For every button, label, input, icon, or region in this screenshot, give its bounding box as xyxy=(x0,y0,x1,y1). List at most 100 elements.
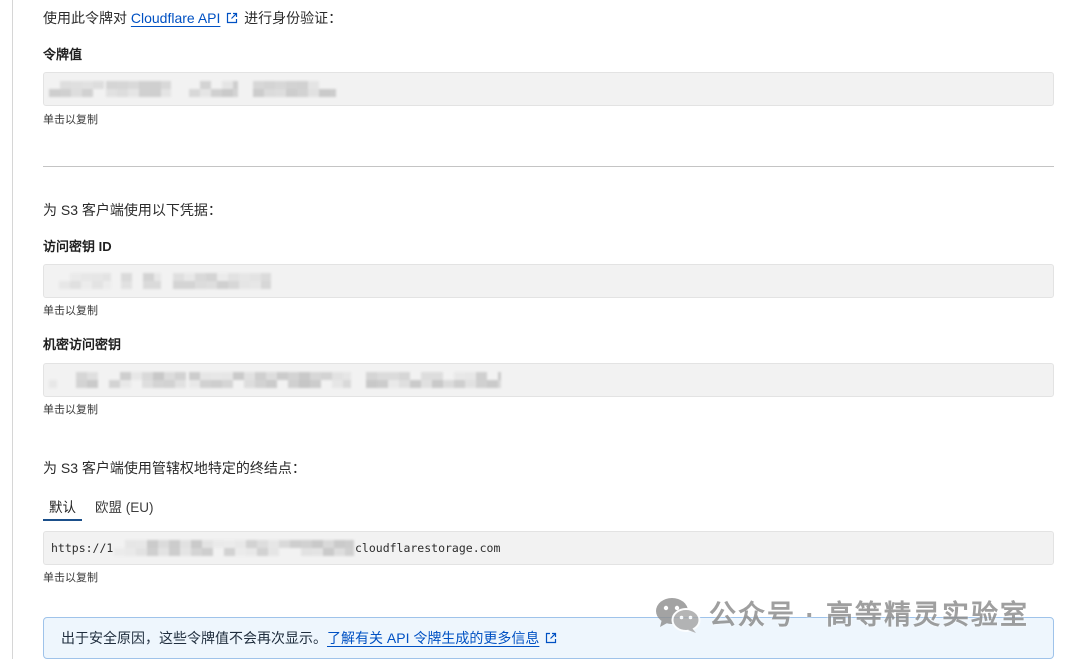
redaction-block xyxy=(120,372,131,380)
redaction-block xyxy=(255,372,266,380)
redaction-block xyxy=(120,380,131,388)
cloudflare-api-link[interactable]: Cloudflare API xyxy=(131,10,221,26)
tab-eu[interactable]: 欧盟 (EU) xyxy=(89,497,160,519)
secret-access-key-label: 机密访问密钥 xyxy=(43,337,122,352)
redaction-block xyxy=(128,81,139,89)
redaction-block xyxy=(109,380,120,388)
redaction-block xyxy=(154,273,161,281)
token-value-redacted xyxy=(44,81,1053,97)
token-value-field[interactable] xyxy=(43,72,1054,106)
redaction-block xyxy=(164,380,175,388)
redaction-block xyxy=(301,540,312,548)
redaction-block xyxy=(279,540,290,548)
redaction-block xyxy=(299,372,310,380)
redaction-block xyxy=(334,548,345,556)
redaction-block xyxy=(150,89,161,97)
redaction-block xyxy=(299,380,310,388)
s3-credentials-intro: 为 S3 客户端使用以下凭据： xyxy=(43,202,222,218)
redaction-block xyxy=(189,380,200,388)
redaction-block xyxy=(161,89,171,97)
redaction-block xyxy=(70,281,81,289)
redaction-block xyxy=(312,540,323,548)
redaction-block xyxy=(82,81,93,89)
redaction-block xyxy=(70,273,81,281)
redaction-block xyxy=(164,372,175,380)
redaction-block xyxy=(136,540,147,548)
redaction-block xyxy=(244,380,255,388)
redaction-block xyxy=(410,380,421,388)
api-auth-intro-suffix: 进行身份验证： xyxy=(244,10,343,26)
redaction-block xyxy=(443,380,454,388)
redaction-block xyxy=(106,81,117,89)
redaction-block xyxy=(264,89,275,97)
secret-key-copy-hint: 单击以复制 xyxy=(43,404,98,416)
redaction-block xyxy=(147,540,158,548)
endpoint-url-redacted xyxy=(44,540,1053,556)
token-copy-hint: 单击以复制 xyxy=(43,114,98,126)
external-link-icon xyxy=(226,12,238,24)
redaction-block xyxy=(257,540,268,548)
redaction-block xyxy=(498,380,501,388)
redaction-block xyxy=(184,273,195,281)
redaction-block xyxy=(117,81,128,89)
redaction-block xyxy=(239,273,250,281)
redaction-block xyxy=(169,548,180,556)
redaction-block xyxy=(139,89,150,97)
redaction-block xyxy=(277,372,288,380)
redaction-block xyxy=(206,273,217,281)
redaction-block xyxy=(125,540,136,548)
redaction-block xyxy=(195,281,206,289)
redaction-block xyxy=(142,372,153,380)
redaction-block xyxy=(222,89,233,97)
redaction-block xyxy=(121,273,132,281)
redaction-block xyxy=(49,89,60,97)
access-key-id-field[interactable] xyxy=(43,264,1054,298)
redaction-block xyxy=(128,89,139,97)
tab-default[interactable]: 默认 xyxy=(43,497,82,521)
redaction-block xyxy=(377,380,388,388)
redaction-block xyxy=(321,372,332,380)
redaction-block xyxy=(233,372,244,380)
api-auth-intro-prefix: 使用此令牌对 xyxy=(43,10,127,26)
redaction-block xyxy=(454,372,465,380)
endpoint-url-suffix: cloudflarestorage.com xyxy=(355,541,501,555)
redaction-block xyxy=(297,89,308,97)
redaction-block xyxy=(71,81,82,89)
redaction-block xyxy=(228,273,239,281)
redaction-block xyxy=(217,273,228,281)
redaction-block xyxy=(131,372,142,380)
redaction-block xyxy=(158,548,169,556)
redaction-block xyxy=(143,281,154,289)
redaction-block xyxy=(191,548,202,556)
redaction-block xyxy=(261,273,271,281)
redaction-block xyxy=(114,548,125,556)
secret-access-key-field[interactable] xyxy=(43,363,1054,397)
redaction-block xyxy=(93,81,104,89)
redaction-block xyxy=(81,273,92,281)
redaction-block xyxy=(334,540,345,548)
redaction-block xyxy=(275,81,286,89)
redaction-block xyxy=(76,372,87,380)
redaction-block xyxy=(343,372,351,380)
api-token-docs-link[interactable]: 了解有关 API 令牌生成的更多信息 xyxy=(327,630,539,646)
redaction-block xyxy=(308,89,319,97)
redaction-block xyxy=(301,548,312,556)
redaction-block xyxy=(200,81,211,89)
endpoints-intro: 为 S3 客户端使用管辖权地特定的终结点： xyxy=(43,460,306,476)
redaction-block xyxy=(476,380,487,388)
redaction-block xyxy=(399,380,410,388)
redaction-block xyxy=(106,89,117,97)
redaction-block xyxy=(211,372,222,380)
redaction-block xyxy=(154,281,161,289)
endpoint-url-field[interactable]: https://1 cloudflarestorage.com xyxy=(43,531,1054,565)
redaction-block xyxy=(189,372,200,380)
endpoint-copy-hint: 单击以复制 xyxy=(43,572,98,584)
access-key-id-redacted xyxy=(44,273,1053,289)
redaction-block xyxy=(250,281,261,289)
redaction-block xyxy=(454,380,465,388)
redaction-block xyxy=(153,372,164,380)
redaction-block xyxy=(332,380,343,388)
redaction-block xyxy=(377,372,388,380)
redaction-block xyxy=(366,380,377,388)
jurisdiction-tabs: 默认 欧盟 (EU) xyxy=(43,497,167,523)
